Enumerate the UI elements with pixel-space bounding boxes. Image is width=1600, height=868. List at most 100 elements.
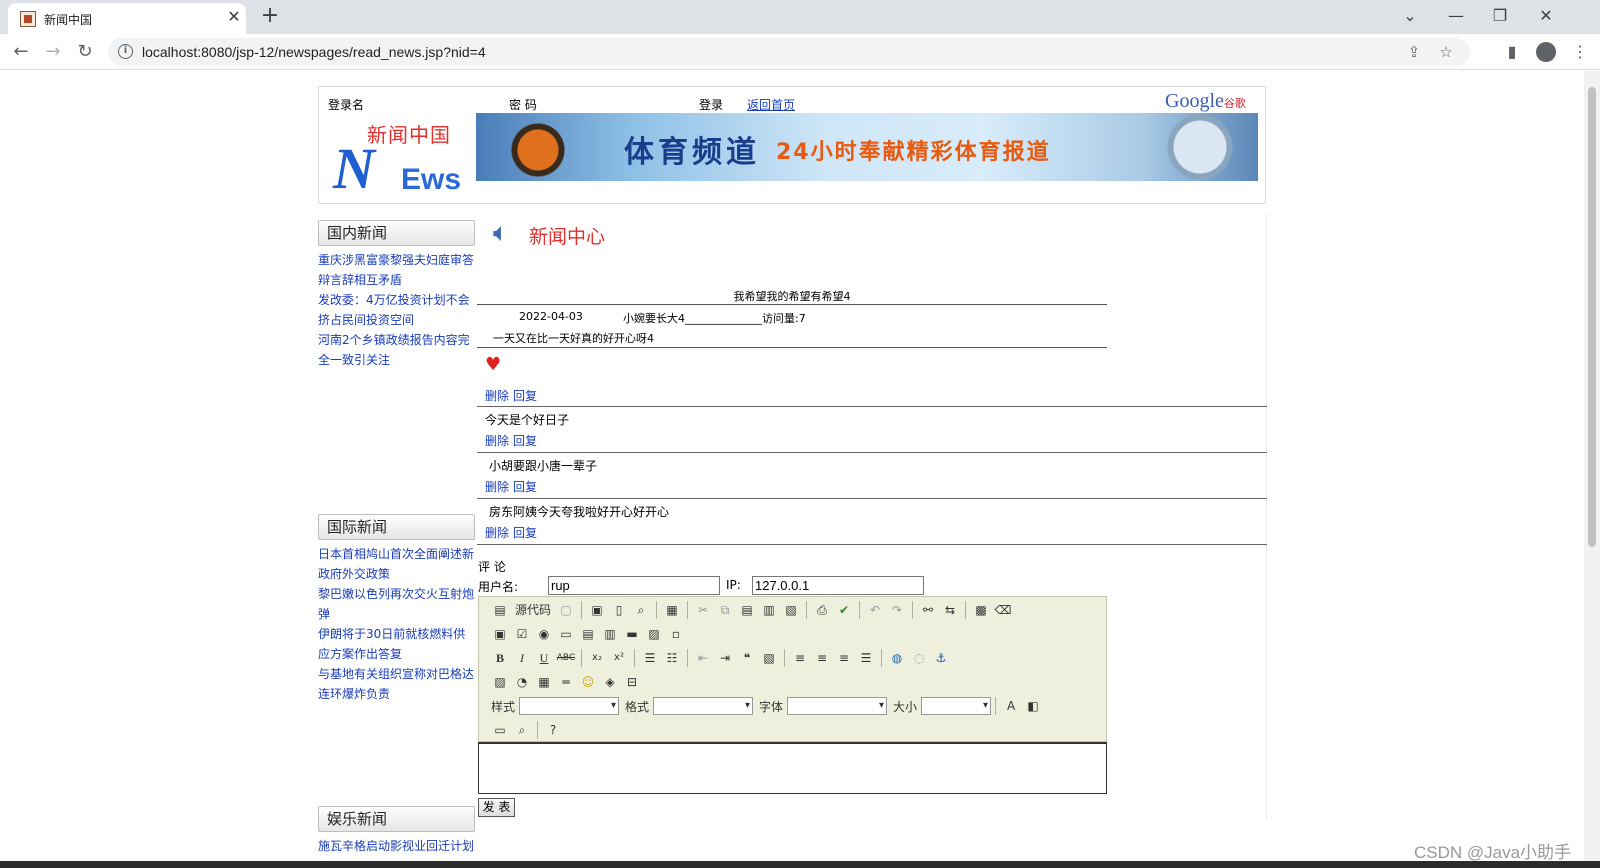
google-logo[interactable]: Google谷歌: [1165, 90, 1246, 113]
news-link[interactable]: 与基地有关组织宣称对巴格达: [318, 664, 475, 684]
indent-icon[interactable]: ⇥: [714, 647, 736, 669]
smiley-icon[interactable]: ☺: [577, 671, 599, 693]
news-link[interactable]: 河南2个乡镇政绩报告内容完: [318, 330, 475, 350]
ordered-list-icon[interactable]: ☰: [639, 647, 661, 669]
bookmark-star-icon[interactable]: ☆: [1436, 42, 1456, 62]
select-field-icon[interactable]: ▥: [599, 623, 621, 645]
remove-format-icon[interactable]: ⌫: [992, 599, 1014, 621]
username-input[interactable]: rup: [548, 576, 720, 595]
underline-icon[interactable]: U: [533, 647, 555, 669]
news-link[interactable]: 日本首相鸠山首次全面阐述新: [318, 544, 475, 564]
news-link[interactable]: 全一致引关注: [318, 350, 475, 370]
replace-icon[interactable]: ⇆: [939, 599, 961, 621]
subscript-icon[interactable]: x₂: [586, 647, 608, 669]
forward-icon[interactable]: →: [40, 39, 66, 65]
paste-word-icon[interactable]: ▧: [780, 599, 802, 621]
preview-icon[interactable]: ⌕: [630, 599, 652, 621]
flash-icon[interactable]: ◔: [511, 671, 533, 693]
blockquote-icon[interactable]: ❝: [736, 647, 758, 669]
copy-icon[interactable]: ⧉: [714, 599, 736, 621]
special-char-icon[interactable]: ◈: [599, 671, 621, 693]
news-link[interactable]: 重庆涉黑富豪黎强夫妇庭审答: [318, 250, 475, 270]
delete-link[interactable]: 删除: [485, 480, 509, 494]
textarea-icon[interactable]: ▤: [577, 623, 599, 645]
publish-button[interactable]: 发 表: [478, 798, 515, 817]
cut-icon[interactable]: ✂: [692, 599, 714, 621]
form-icon[interactable]: ▣: [489, 623, 511, 645]
format-select[interactable]: [653, 697, 754, 715]
news-link[interactable]: 应方案作出答复: [318, 644, 475, 664]
home-link[interactable]: 返回首页: [747, 96, 795, 113]
strikethrough-icon[interactable]: ABC: [555, 647, 577, 669]
news-link[interactable]: 挤占民间投资空间: [318, 310, 475, 330]
news-link[interactable]: 黎巴嫩以色列再次交火互射炮: [318, 584, 475, 604]
table-icon[interactable]: ▦: [533, 671, 555, 693]
browser-tab[interactable]: 新闻中国 ✕: [8, 3, 246, 34]
undo-icon[interactable]: ↶: [864, 599, 886, 621]
reload-icon[interactable]: ↻: [72, 39, 98, 65]
style-select[interactable]: [519, 697, 620, 715]
new-tab-button[interactable]: +: [258, 4, 282, 28]
align-left-icon[interactable]: ≡: [789, 647, 811, 669]
share-icon[interactable]: ⇪: [1404, 42, 1424, 62]
back-icon[interactable]: ←: [8, 39, 34, 65]
horizontal-rule-icon[interactable]: ═: [555, 671, 577, 693]
maximize-icon[interactable]: ▭: [489, 719, 511, 741]
reply-link[interactable]: 回复: [513, 480, 537, 494]
minimize-button[interactable]: —: [1434, 4, 1478, 28]
text-color-icon[interactable]: A: [1000, 695, 1022, 717]
checkbox-icon[interactable]: ☑: [511, 623, 533, 645]
side-panel-icon[interactable]: ▮: [1500, 40, 1524, 64]
tab-search-button[interactable]: ⌄: [1388, 4, 1432, 28]
align-center-icon[interactable]: ≡: [811, 647, 833, 669]
template-icon[interactable]: ▦: [661, 599, 683, 621]
textfield-icon[interactable]: ▭: [555, 623, 577, 645]
page-scrollbar[interactable]: [1584, 71, 1600, 861]
align-right-icon[interactable]: ≡: [833, 647, 855, 669]
profile-avatar-icon[interactable]: [1536, 42, 1556, 62]
ip-input[interactable]: 127.0.0.1: [752, 576, 924, 595]
delete-link[interactable]: 删除: [485, 526, 509, 540]
news-link[interactable]: 辩言辞相互矛盾: [318, 270, 475, 290]
radio-icon[interactable]: ◉: [533, 623, 555, 645]
image-icon[interactable]: ▨: [489, 671, 511, 693]
bold-icon[interactable]: B: [489, 647, 511, 669]
news-link[interactable]: 政府外交政策: [318, 564, 475, 584]
button-field-icon[interactable]: ▬: [621, 623, 643, 645]
delete-link[interactable]: 删除: [485, 434, 509, 448]
address-bar[interactable]: i localhost:8080/jsp-12/newspages/read_n…: [108, 38, 1470, 66]
reply-link[interactable]: 回复: [513, 434, 537, 448]
font-select[interactable]: [787, 697, 888, 715]
news-link[interactable]: 发改委：4万亿投资计划不会: [318, 290, 475, 310]
reply-link[interactable]: 回复: [513, 389, 537, 403]
page-break-icon[interactable]: ⊟: [621, 671, 643, 693]
justify-icon[interactable]: ☰: [855, 647, 877, 669]
paste-text-icon[interactable]: ▥: [758, 599, 780, 621]
news-link[interactable]: 连环爆炸负责: [318, 684, 475, 704]
close-tab-icon[interactable]: ✕: [224, 7, 244, 27]
login-button[interactable]: 登录: [699, 96, 723, 113]
paste-icon[interactable]: ▤: [736, 599, 758, 621]
url-text[interactable]: localhost:8080/jsp-12/newspages/read_new…: [142, 44, 486, 60]
bg-color-icon[interactable]: ◧: [1022, 695, 1044, 717]
redo-icon[interactable]: ↷: [886, 599, 908, 621]
italic-icon[interactable]: I: [511, 647, 533, 669]
menu-icon[interactable]: ⋮: [1568, 40, 1592, 64]
window-close-button[interactable]: ✕: [1524, 4, 1568, 28]
size-select[interactable]: [921, 697, 992, 715]
new-page-icon[interactable]: ▯: [608, 599, 630, 621]
source-icon[interactable]: ▤: [489, 599, 511, 621]
scrollbar-thumb[interactable]: [1588, 87, 1596, 547]
find-icon[interactable]: ⚯: [917, 599, 939, 621]
news-link[interactable]: 伊朗将于30日前就核燃料供: [318, 624, 475, 644]
preview-doc-icon[interactable]: ▢: [555, 599, 577, 621]
news-link[interactable]: 施瓦辛格启动影视业回迁计划: [318, 836, 475, 856]
select-all-icon[interactable]: ▩: [970, 599, 992, 621]
print-icon[interactable]: ⎙: [811, 599, 833, 621]
superscript-icon[interactable]: x²: [608, 647, 630, 669]
unordered-list-icon[interactable]: ☷: [661, 647, 683, 669]
outdent-icon[interactable]: ⇤: [692, 647, 714, 669]
show-blocks-icon[interactable]: ⌕: [511, 719, 533, 741]
news-link[interactable]: 弹: [318, 604, 475, 624]
editor-textarea[interactable]: [478, 742, 1107, 794]
